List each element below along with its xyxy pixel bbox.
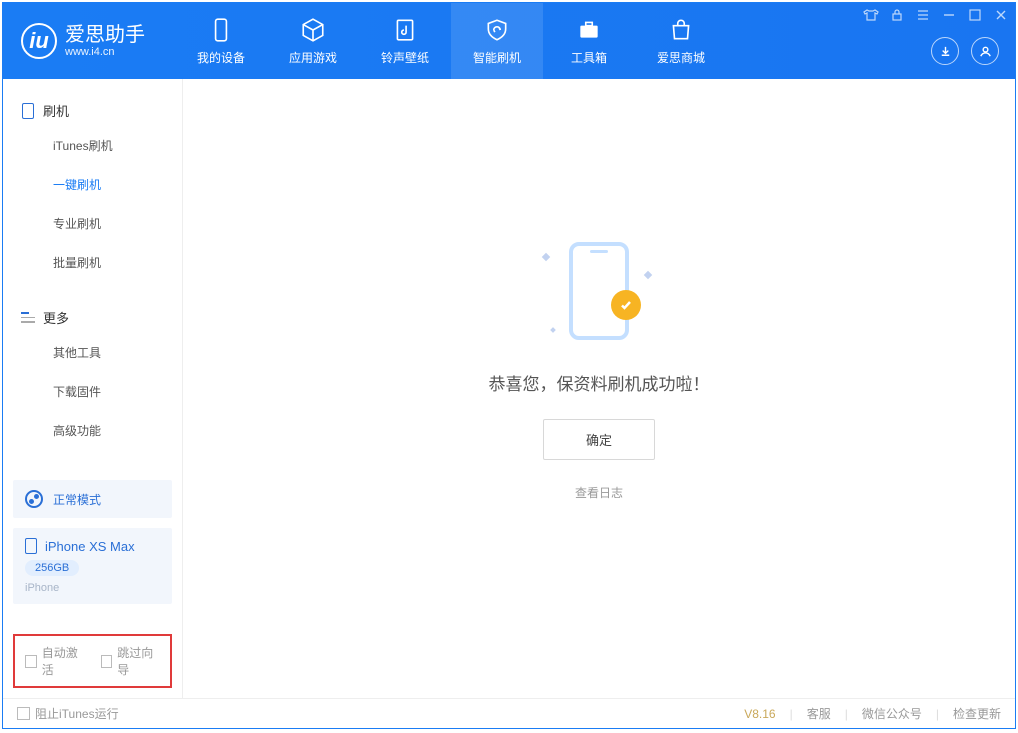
checkmark-badge-icon	[611, 290, 641, 320]
checkbox-icon	[101, 655, 113, 668]
support-link[interactable]: 客服	[807, 705, 831, 722]
nav-tab-flash[interactable]: 智能刷机	[451, 3, 543, 79]
block-itunes-checkbox[interactable]: 阻止iTunes运行	[17, 705, 119, 722]
status-icon	[25, 490, 43, 508]
device-storage: 256GB	[25, 560, 79, 576]
close-icon[interactable]	[993, 7, 1009, 23]
refresh-shield-icon	[484, 17, 510, 43]
nav-tab-toolbox[interactable]: 工具箱	[543, 3, 635, 79]
sidebar-item-pro-flash[interactable]: 专业刷机	[3, 204, 182, 243]
auto-activate-checkbox[interactable]: 自动激活	[25, 644, 85, 678]
nav-tab-my-device[interactable]: 我的设备	[175, 3, 267, 79]
success-title: 恭喜您，保资料刷机成功啦！	[489, 370, 710, 395]
update-link[interactable]: 检查更新	[953, 705, 1001, 722]
body: 刷机 iTunes刷机 一键刷机 专业刷机 批量刷机 更多 其他工具 下载固件 …	[3, 79, 1015, 698]
sidebar: 刷机 iTunes刷机 一键刷机 专业刷机 批量刷机 更多 其他工具 下载固件 …	[3, 79, 183, 698]
nav-label: 智能刷机	[473, 49, 521, 66]
device-status-card[interactable]: 正常模式	[13, 480, 172, 518]
nav-label: 我的设备	[197, 49, 245, 66]
nav-label: 铃声壁纸	[381, 49, 429, 66]
toolbox-icon	[576, 17, 602, 43]
nav-label: 爱思商城	[657, 49, 705, 66]
view-log-link[interactable]: 查看日志	[575, 484, 623, 501]
version-label: V8.16	[744, 707, 775, 721]
nav-tab-store[interactable]: 爱思商城	[635, 3, 727, 79]
user-icon[interactable]	[971, 37, 999, 65]
sidebar-item-oneclick-flash[interactable]: 一键刷机	[3, 165, 182, 204]
minimize-icon[interactable]	[941, 7, 957, 23]
device-phone-icon	[25, 538, 37, 554]
section-flash: 刷机	[3, 95, 182, 126]
nav-tabs: 我的设备 应用游戏 铃声壁纸 智能刷机 工具箱 爱思商城	[175, 3, 727, 79]
nav-tab-apps[interactable]: 应用游戏	[267, 3, 359, 79]
nav-tab-ringtones[interactable]: 铃声壁纸	[359, 3, 451, 79]
app-header: iu 爱思助手 www.i4.cn 我的设备 应用游戏 铃声壁纸 智能刷机	[3, 3, 1015, 79]
logo: iu 爱思助手 www.i4.cn	[3, 23, 163, 59]
section-label: 更多	[43, 308, 69, 327]
app-title: 爱思助手	[65, 24, 145, 46]
lock-icon[interactable]	[889, 7, 905, 23]
device-icon	[208, 17, 234, 43]
nav-label: 应用游戏	[289, 49, 337, 66]
sidebar-item-advanced[interactable]: 高级功能	[3, 411, 182, 450]
confirm-button[interactable]: 确定	[543, 419, 655, 460]
cube-icon	[300, 17, 326, 43]
window-controls	[863, 7, 1009, 23]
wechat-link[interactable]: 微信公众号	[862, 705, 922, 722]
sidebar-item-other-tools[interactable]: 其他工具	[3, 333, 182, 372]
device-status: 正常模式	[53, 491, 101, 508]
maximize-icon[interactable]	[967, 7, 983, 23]
menu-icon[interactable]	[915, 7, 931, 23]
checkbox-label: 自动激活	[42, 644, 85, 678]
sidebar-item-batch-flash[interactable]: 批量刷机	[3, 243, 182, 282]
shirt-icon[interactable]	[863, 7, 879, 23]
hamburger-icon	[21, 311, 35, 325]
device-card[interactable]: iPhone XS Max 256GB iPhone	[13, 528, 172, 604]
checkbox-label: 阻止iTunes运行	[35, 705, 119, 722]
app-url: www.i4.cn	[65, 46, 145, 58]
nav-label: 工具箱	[571, 49, 607, 66]
device-panel: 正常模式 iPhone XS Max 256GB iPhone	[13, 480, 172, 604]
footer: 阻止iTunes运行 V8.16 | 客服 | 微信公众号 | 检查更新	[3, 698, 1015, 728]
checkbox-label: 跳过向导	[117, 644, 160, 678]
success-illustration	[539, 236, 659, 346]
logo-icon: iu	[21, 23, 57, 59]
music-file-icon	[392, 17, 418, 43]
checkbox-icon	[25, 655, 37, 668]
device-name: iPhone XS Max	[45, 539, 135, 554]
download-icon[interactable]	[931, 37, 959, 65]
main-content: 恭喜您，保资料刷机成功啦！ 确定 查看日志	[183, 79, 1015, 698]
sidebar-item-itunes-flash[interactable]: iTunes刷机	[3, 126, 182, 165]
sidebar-item-download-firmware[interactable]: 下载固件	[3, 372, 182, 411]
section-more: 更多	[3, 302, 182, 333]
options-highlight: 自动激活 跳过向导	[13, 634, 172, 688]
section-label: 刷机	[43, 101, 69, 120]
device-type: iPhone	[25, 582, 160, 594]
skip-guide-checkbox[interactable]: 跳过向导	[101, 644, 161, 678]
checkbox-icon	[17, 707, 30, 720]
phone-icon	[21, 104, 35, 118]
store-icon	[668, 17, 694, 43]
